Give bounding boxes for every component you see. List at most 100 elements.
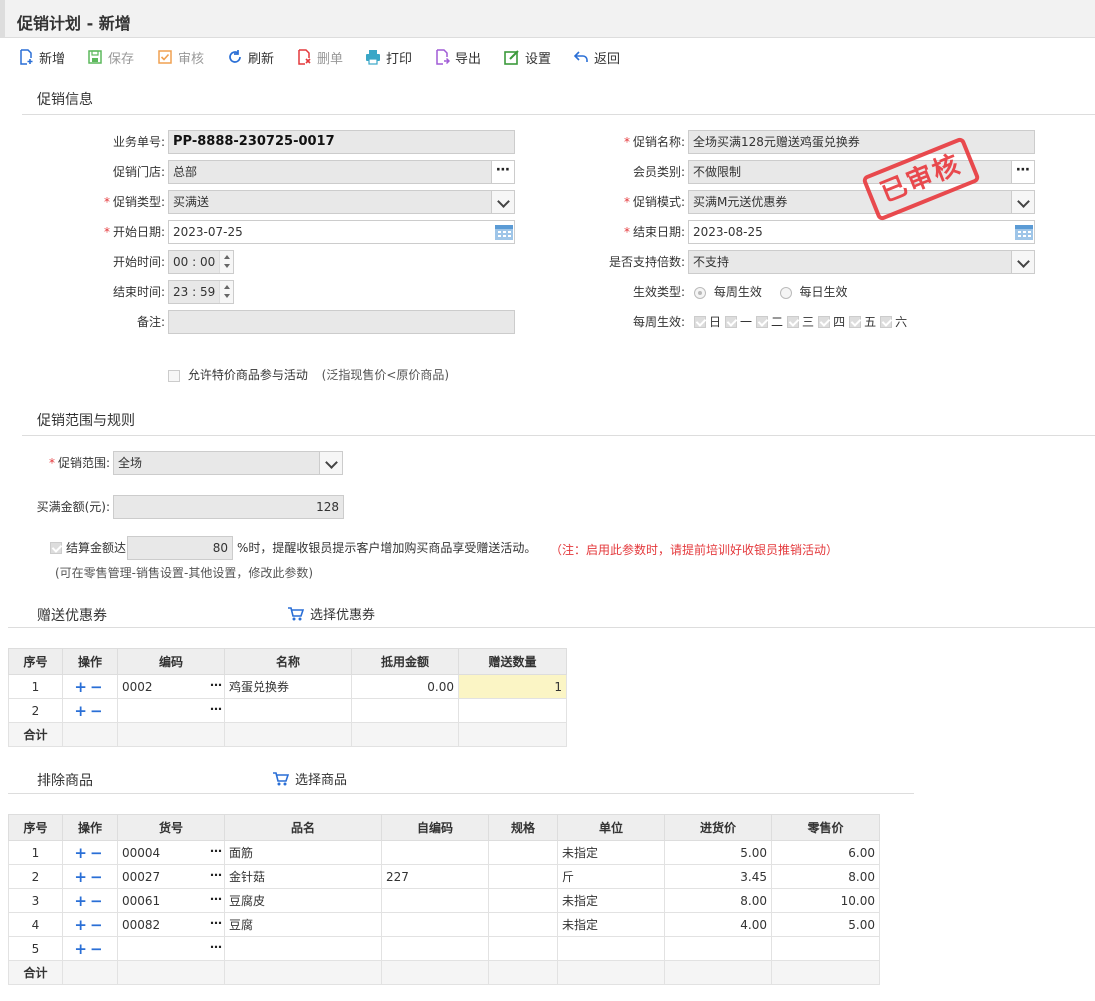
audit-button[interactable]: 审核 bbox=[157, 48, 204, 67]
sku: 00004 bbox=[122, 845, 161, 860]
sku-cell[interactable]: ⋯ bbox=[117, 936, 225, 961]
add-row-icon[interactable]: + bbox=[74, 940, 90, 958]
special-price-option[interactable]: 允许特价商品参与活动 (泛指现售价<原价商品) bbox=[168, 367, 449, 383]
retail-price: 6.00 bbox=[771, 840, 880, 865]
weekday-option[interactable]: 一 bbox=[725, 314, 752, 330]
calendar-icon[interactable] bbox=[1014, 223, 1034, 241]
weekday-option[interactable]: 二 bbox=[756, 314, 783, 330]
save-button[interactable]: 保存 bbox=[87, 48, 134, 67]
rules-title: 促销范围与规则 bbox=[37, 413, 135, 429]
end-time-field[interactable]: 23 : 59 bbox=[168, 280, 234, 304]
remove-row-icon[interactable]: − bbox=[90, 678, 106, 696]
end-date-field[interactable]: 2023-08-25 bbox=[688, 220, 1035, 244]
special-price-checkbox[interactable] bbox=[168, 369, 180, 382]
add-row-icon[interactable]: + bbox=[74, 844, 90, 862]
coupon-code: 0002 bbox=[122, 679, 153, 694]
add-row-icon[interactable]: + bbox=[74, 678, 90, 696]
picker-dots-icon[interactable]: ⋯ bbox=[210, 678, 222, 692]
export-button[interactable]: 导出 bbox=[434, 48, 481, 67]
refresh-icon bbox=[229, 50, 241, 63]
picker-dots-icon[interactable]: ⋯ bbox=[210, 844, 222, 858]
end-time-spinner[interactable] bbox=[219, 281, 233, 303]
column-header: 操作 bbox=[62, 648, 118, 675]
chevron-down-icon[interactable] bbox=[1011, 190, 1035, 214]
start-time-spinner[interactable] bbox=[219, 251, 233, 273]
effect-daily-radio[interactable] bbox=[779, 286, 792, 299]
refresh-button[interactable]: 刷新 bbox=[227, 48, 274, 67]
add-button[interactable]: 新增 bbox=[18, 48, 65, 67]
chevron-down-icon[interactable] bbox=[319, 451, 343, 475]
name-field[interactable]: 全场买满128元赠送鸡蛋兑换券 bbox=[688, 130, 1035, 154]
sku-cell[interactable]: 00082 ⋯ bbox=[117, 912, 225, 937]
picker-dots-icon[interactable]: ⋯ bbox=[210, 702, 222, 716]
retail-price: 10.00 bbox=[771, 888, 880, 913]
select-goods-button[interactable]: 选择商品 bbox=[273, 769, 347, 788]
weekday-option[interactable]: 四 bbox=[818, 314, 845, 330]
weekday-checkbox[interactable] bbox=[787, 316, 800, 328]
weekday-checkbox[interactable] bbox=[849, 316, 862, 328]
add-row-icon[interactable]: + bbox=[74, 868, 90, 886]
chevron-down-icon[interactable] bbox=[491, 190, 515, 214]
member-picker-button[interactable]: ⋯ bbox=[1011, 160, 1035, 184]
add-row-icon[interactable]: + bbox=[74, 892, 90, 910]
remind-percent-field[interactable]: 80 bbox=[127, 536, 233, 560]
weekday-option[interactable]: 五 bbox=[849, 314, 876, 330]
picker-dots-icon[interactable]: ⋯ bbox=[210, 916, 222, 930]
picker-dots-icon[interactable]: ⋯ bbox=[210, 940, 222, 954]
weekday-checkbox[interactable] bbox=[756, 316, 769, 328]
effect-weekly-radio[interactable] bbox=[694, 286, 706, 299]
cart-icon bbox=[288, 606, 304, 620]
select-coupon-button[interactable]: 选择优惠券 bbox=[288, 604, 375, 623]
remove-row-icon[interactable]: − bbox=[90, 868, 106, 886]
add-row-icon[interactable]: + bbox=[74, 916, 90, 934]
sku-cell[interactable]: 00027 ⋯ bbox=[117, 864, 225, 889]
remove-row-icon[interactable]: − bbox=[90, 940, 106, 958]
delete-button[interactable]: 删单 bbox=[296, 48, 343, 67]
store-picker-button[interactable]: ⋯ bbox=[491, 160, 515, 184]
order-no-field[interactable]: PP-8888-230725-0017 bbox=[168, 130, 515, 154]
unit: 未指定 bbox=[557, 912, 665, 937]
settings-button[interactable]: 设置 bbox=[504, 48, 551, 67]
add-row-icon[interactable]: + bbox=[74, 702, 90, 720]
type-select[interactable]: 买满送 bbox=[168, 190, 493, 214]
weekday-option[interactable]: 三 bbox=[787, 314, 814, 330]
remove-row-icon[interactable]: − bbox=[90, 702, 106, 720]
weekday-checkbox[interactable] bbox=[725, 316, 738, 328]
weekday-checkbox[interactable] bbox=[818, 316, 831, 328]
back-button[interactable]: 返回 bbox=[573, 48, 620, 67]
print-button[interactable]: 打印 bbox=[365, 48, 412, 67]
remind-checkbox[interactable] bbox=[50, 542, 62, 554]
amount-field[interactable]: 128 bbox=[113, 495, 344, 519]
weekday-checkbox[interactable] bbox=[880, 316, 893, 328]
remove-row-icon[interactable]: − bbox=[90, 844, 106, 862]
code-cell[interactable]: ⋯ bbox=[117, 698, 225, 723]
column-header: 品名 bbox=[224, 814, 382, 841]
weekday-checkbox[interactable] bbox=[694, 316, 706, 328]
remove-row-icon[interactable]: − bbox=[90, 916, 106, 934]
remove-row-icon[interactable]: − bbox=[90, 892, 106, 910]
code-cell[interactable]: 0002 ⋯ bbox=[117, 674, 225, 699]
multiple-select[interactable]: 不支持 bbox=[688, 250, 1013, 274]
chevron-down-icon[interactable] bbox=[1011, 250, 1035, 274]
start-time-field[interactable]: 00 : 00 bbox=[168, 250, 234, 274]
total-cell bbox=[351, 722, 459, 747]
sku-cell[interactable]: 00004 ⋯ bbox=[117, 840, 225, 865]
coupon-qty[interactable] bbox=[458, 698, 567, 723]
picker-dots-icon[interactable]: ⋯ bbox=[210, 868, 222, 882]
column-header: 规格 bbox=[488, 814, 558, 841]
start-date-field[interactable]: 2023-07-25 bbox=[168, 220, 515, 244]
coupon-qty[interactable]: 1 bbox=[458, 674, 567, 699]
unit: 斤 bbox=[557, 864, 665, 889]
picker-dots-icon[interactable]: ⋯ bbox=[210, 892, 222, 906]
select-coupon-label: 选择优惠券 bbox=[310, 608, 376, 623]
weekday-option[interactable]: 日 bbox=[694, 314, 721, 330]
remark-field[interactable] bbox=[168, 310, 515, 334]
store-field[interactable]: 总部 bbox=[168, 160, 493, 184]
weekday-option[interactable]: 六 bbox=[880, 314, 907, 330]
scope-label: * 促销范围: bbox=[48, 456, 110, 470]
scope-select[interactable]: 全场 bbox=[113, 451, 321, 475]
goods-name: 豆腐 bbox=[224, 912, 382, 937]
calendar-icon[interactable] bbox=[494, 223, 514, 241]
sku-cell[interactable]: 00061 ⋯ bbox=[117, 888, 225, 913]
mode-select[interactable]: 买满M元送优惠券 bbox=[688, 190, 1013, 214]
